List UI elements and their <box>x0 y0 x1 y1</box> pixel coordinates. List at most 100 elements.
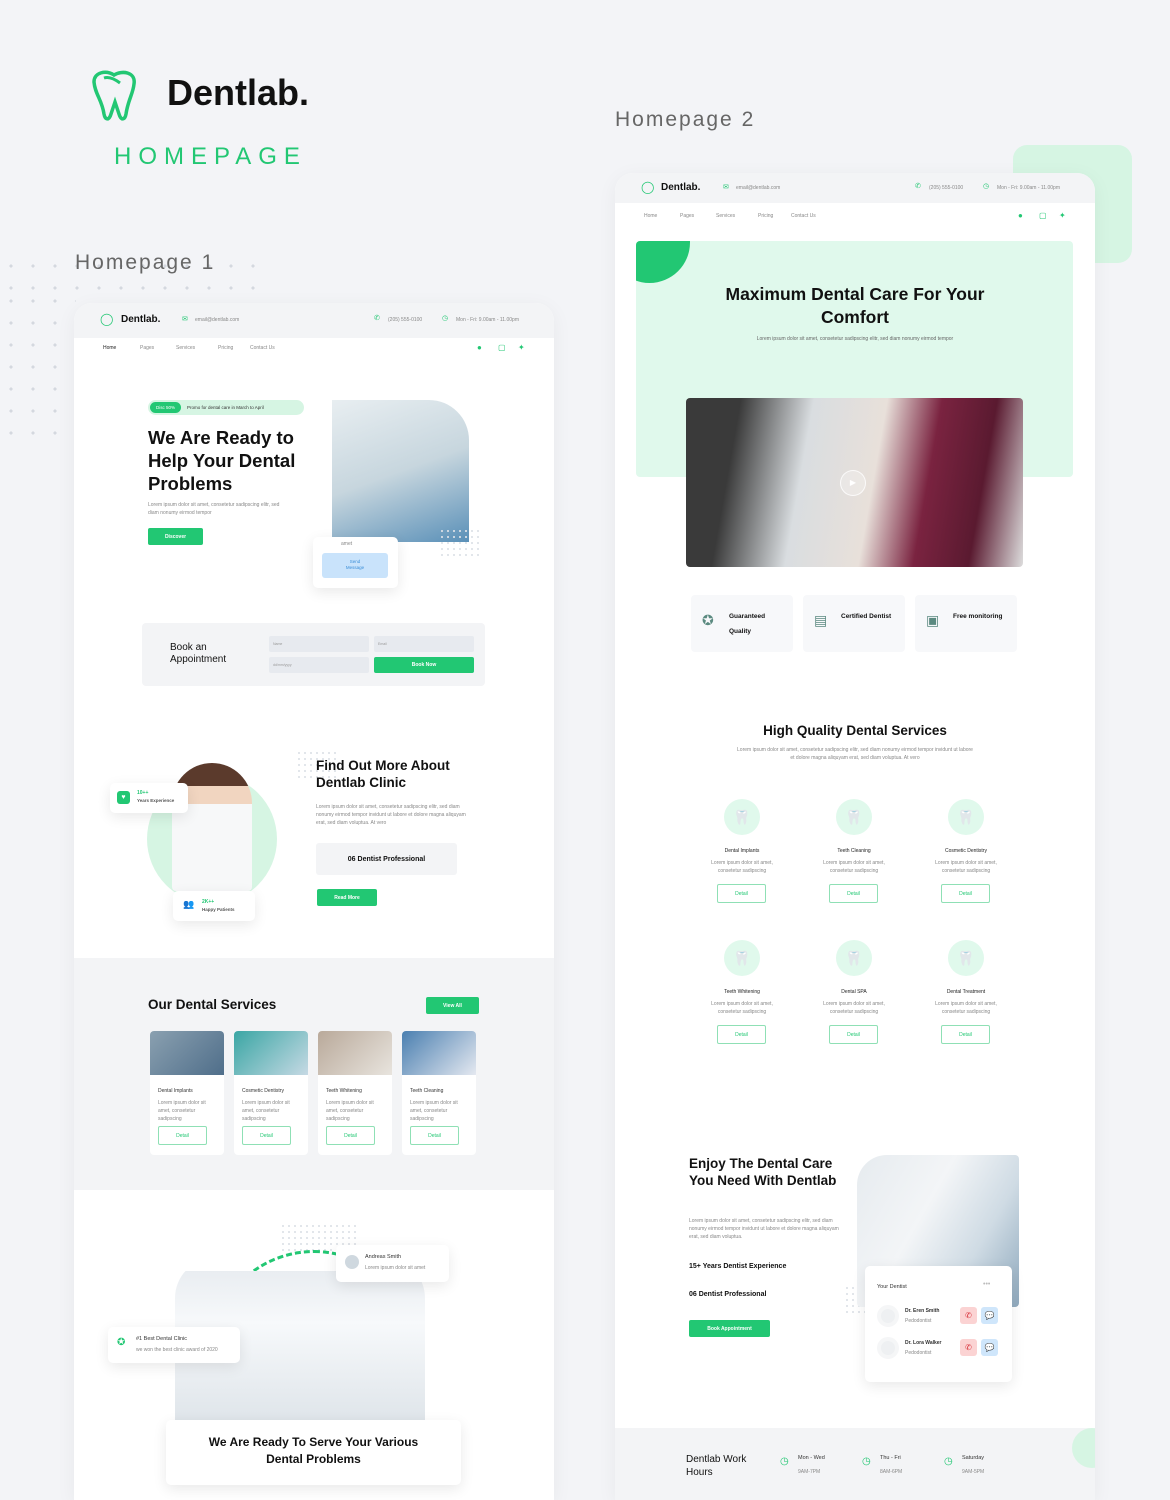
tooth-logo-icon: ◯ <box>100 312 114 326</box>
view-all-button[interactable]: View All <box>426 997 479 1014</box>
hero-title: We Are Ready to Help Your Dental Problem… <box>148 426 295 495</box>
decor-circle <box>636 241 690 283</box>
enjoy-text: Lorem ipsum dolor sit amet, consetetur s… <box>689 1218 839 1240</box>
phone-icon: ✆ <box>915 183 921 190</box>
hours-time: 9AM-7PM <box>798 1469 821 1475</box>
instagram-icon[interactable]: ▢ <box>1039 211 1047 220</box>
instagram-icon[interactable]: ▢ <box>498 343 506 352</box>
nav-home[interactable]: Home <box>103 345 116 351</box>
homepage-2-label: Homepage 2 <box>615 108 756 131</box>
tooth-logo-icon: ◯ <box>641 180 655 194</box>
heart-icon: ♥ <box>117 791 130 804</box>
nav-services[interactable]: Services <box>716 213 735 219</box>
brand-name: Dentlab. <box>167 72 310 113</box>
about-title: Find Out More About Dentlab Clinic <box>316 758 450 790</box>
nav-services[interactable]: Services <box>176 345 195 351</box>
experience-label: Years Experience <box>137 798 175 803</box>
book-appointment-button[interactable]: Book Appointment <box>689 1320 770 1337</box>
nav-pricing[interactable]: Pricing <box>218 345 233 351</box>
hours-text: Mon - Fri: 9.00am - 11.00pm <box>997 185 1060 191</box>
service-text: Lorem ipsum dolor sit amet, consetetur s… <box>711 1001 773 1015</box>
hours-days: Thu - Fri <box>880 1455 901 1461</box>
service-title: Dental Treatment <box>946 989 986 995</box>
dot-pattern <box>439 528 481 556</box>
nav-pages[interactable]: Pages <box>680 213 694 219</box>
award-card: ✪ #1 Best Dental Clinic we won the best … <box>108 1327 240 1363</box>
service-text: Lorem ipsum dolor sit amet, consetetur s… <box>823 1001 885 1015</box>
detail-button[interactable]: Detail <box>941 1025 990 1044</box>
read-more-button[interactable]: Read More <box>317 889 377 906</box>
service-text: Lorem ipsum dolor sit amet, consetetur s… <box>823 860 885 874</box>
detail-button[interactable]: Detail <box>326 1126 375 1145</box>
badge-thumb-icon: ✪ <box>702 612 714 628</box>
feature-label: Free monitoring <box>953 613 1003 620</box>
feature-card: ▣ Free monitoring <box>915 595 1017 652</box>
nav-pricing[interactable]: Pricing <box>758 213 773 219</box>
play-button[interactable]: ▶ <box>840 470 866 496</box>
service-title: Teeth Whitening <box>326 1088 362 1094</box>
chat-button[interactable]: 💬 <box>981 1339 998 1356</box>
feature-label: Certified Dentist <box>841 613 892 620</box>
detail-button[interactable]: Detail <box>410 1126 459 1145</box>
service-text: Lorem ipsum dolor sit amet, consetetur s… <box>935 1001 997 1015</box>
nav-contact[interactable]: Contact Us <box>250 345 275 351</box>
service-title: Cosmetic Dentistry <box>945 848 987 854</box>
dentist-avatar <box>877 1337 899 1359</box>
discover-button[interactable]: Discover <box>148 528 203 545</box>
chat-button[interactable]: 💬 <box>981 1307 998 1324</box>
service-title: Teeth Cleaning <box>410 1088 444 1094</box>
homepage-2-preview: ◯ Dentlab. ✉ email@dentlab.com ✆ (205) 5… <box>615 173 1095 1500</box>
detail-button[interactable]: Detail <box>941 884 990 903</box>
enjoy-title: Enjoy The Dental Care You Need With Dent… <box>689 1156 837 1188</box>
send-message-button[interactable]: Send Message <box>322 553 388 578</box>
message-snippet: amet <box>341 541 353 547</box>
certificate-icon: ▤ <box>814 612 828 628</box>
detail-button[interactable]: Detail <box>829 1025 878 1044</box>
detail-button[interactable]: Detail <box>717 1025 766 1044</box>
facebook-icon[interactable]: ● <box>477 343 482 352</box>
nav-contact[interactable]: Contact Us <box>791 213 816 219</box>
spa-tooth-icon: 🦷 <box>836 940 872 976</box>
service-photo <box>402 1031 476 1075</box>
service-card: Teeth Cleaning Lorem ipsum dolor sit ame… <box>402 1031 476 1155</box>
implant-tooth-icon: 🦷 <box>724 799 760 835</box>
award-text: we won the best clinic award of 2020 <box>136 1347 218 1353</box>
twitter-icon[interactable]: ✦ <box>1059 211 1066 220</box>
detail-button[interactable]: Detail <box>717 884 766 903</box>
date-input[interactable]: dd/mm/yyyy <box>269 657 369 673</box>
email-link[interactable]: email@dentlab.com <box>195 317 239 323</box>
name-input[interactable]: Name <box>269 636 369 652</box>
facebook-icon[interactable]: ● <box>1018 211 1023 220</box>
nav-pages[interactable]: Pages <box>140 345 154 351</box>
more-options-icon[interactable]: ••• <box>983 1281 990 1288</box>
detail-button[interactable]: Detail <box>158 1126 207 1145</box>
email-input[interactable]: Email <box>374 636 474 652</box>
service-title: Dental Implants <box>724 848 760 854</box>
detail-button[interactable]: Detail <box>829 884 878 903</box>
detail-button[interactable]: Detail <box>242 1126 291 1145</box>
email-link[interactable]: email@dentlab.com <box>736 185 780 191</box>
homepage-1-preview: ◯ Dentlab. ✉ email@dentlab.com ✆ (205) 5… <box>74 303 554 1500</box>
feature-card: ▤ Certified Dentist <box>803 595 905 652</box>
feature-card: ✪ Guaranteed Quality <box>691 595 793 652</box>
dentist-name: Dr. Lora Walker <box>905 1340 942 1346</box>
your-dentist-title: Your Dentist <box>877 1284 907 1290</box>
dentist-professional-box: 06 Dentist Professional <box>316 843 457 875</box>
book-now-button[interactable]: Book Now <box>374 657 474 673</box>
twitter-icon[interactable]: ✦ <box>518 343 525 352</box>
cosmetic-tooth-icon: 🦷 <box>948 799 984 835</box>
award-title: #1 Best Dental Clinic <box>136 1336 188 1342</box>
service-card: Cosmetic Dentistry Lorem ipsum dolor sit… <box>234 1031 308 1155</box>
nav-home[interactable]: Home <box>644 213 657 219</box>
users-icon: 👥 <box>183 899 195 909</box>
dental-chair-icon: 🦷 <box>948 940 984 976</box>
hero-title: Maximum Dental Care For Your Comfort <box>725 284 985 327</box>
hours-text: Mon - Fri: 9.00am - 11.00pm <box>456 317 519 323</box>
call-button[interactable]: ✆ <box>960 1307 977 1324</box>
services-section <box>74 958 554 1190</box>
reviewer-name: Andreas Smith <box>365 1254 402 1260</box>
clock-icon: ◷ <box>442 315 449 322</box>
service-title: Dental SPA <box>841 989 867 995</box>
service-title: Teeth Cleaning <box>837 848 871 854</box>
call-button[interactable]: ✆ <box>960 1339 977 1356</box>
